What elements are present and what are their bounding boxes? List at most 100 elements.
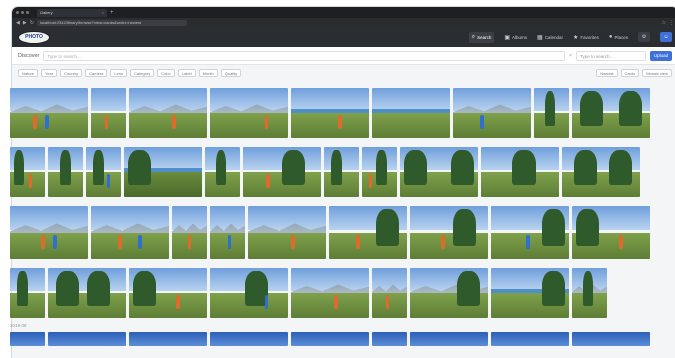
photo-thumbnail[interactable] xyxy=(48,332,126,346)
app-header: PHOTO ⌕ Search ▣ Albums ▦ Calendar ★ Fav… xyxy=(12,27,675,47)
window-controls xyxy=(16,11,29,14)
photo-thumbnail[interactable] xyxy=(48,268,126,318)
photo-thumbnail[interactable] xyxy=(243,147,321,197)
search-row: Discover Type to search… × Type to searc… xyxy=(12,47,675,65)
photo-thumbnail[interactable] xyxy=(124,147,202,197)
close-window-icon[interactable] xyxy=(16,11,19,14)
photo-thumbnail[interactable] xyxy=(86,147,121,197)
photo-thumbnail[interactable] xyxy=(372,332,407,346)
settings-button[interactable]: ⚙ xyxy=(638,32,650,42)
main-nav: ⌕ Search ▣ Albums ▦ Calendar ★ Favorites… xyxy=(468,31,672,43)
nav-albums[interactable]: ▣ Albums xyxy=(504,34,527,41)
bookmark-icon[interactable]: ☆ xyxy=(662,20,666,26)
photo-thumbnail[interactable] xyxy=(10,206,88,259)
photo-thumbnail[interactable] xyxy=(410,332,488,346)
back-icon[interactable]: ◀ xyxy=(16,20,20,26)
nav-calendar-label: Calendar xyxy=(544,34,563,40)
photo-thumbnail[interactable] xyxy=(572,332,650,346)
filter-chip[interactable]: Label xyxy=(177,69,196,77)
photo-thumbnail[interactable] xyxy=(129,88,207,138)
photo-thumbnail[interactable] xyxy=(400,147,478,197)
photo-thumbnail[interactable] xyxy=(362,147,397,197)
app-logo[interactable]: PHOTO xyxy=(18,30,50,44)
photo-thumbnail[interactable] xyxy=(129,268,207,318)
nav-places-label: Places xyxy=(614,34,628,40)
photo-thumbnail[interactable] xyxy=(291,332,369,346)
page-title: Discover xyxy=(18,52,40,59)
url-field[interactable]: localhost:2342/library/browse?view=cards… xyxy=(36,19,187,26)
maximize-window-icon[interactable] xyxy=(26,11,29,14)
photo-thumbnail[interactable] xyxy=(491,332,569,346)
section-date-label: 2019-08 xyxy=(10,323,27,328)
photo-thumbnail[interactable] xyxy=(91,206,169,259)
filter-row: Nature Year Country Camera Lens Category… xyxy=(12,65,675,81)
photo-thumbnail[interactable] xyxy=(372,268,407,318)
photo-thumbnail[interactable] xyxy=(210,268,288,318)
photo-thumbnail[interactable] xyxy=(410,268,488,318)
filter-chip[interactable]: Nature xyxy=(18,69,39,77)
photo-thumbnail[interactable] xyxy=(10,268,45,318)
browser-menu-icon[interactable]: ⋮ xyxy=(669,20,674,26)
photo-thumbnail[interactable] xyxy=(562,147,640,197)
browser-tab-title: Gallery xyxy=(40,10,53,15)
nav-favorites[interactable]: ★ Favorites xyxy=(573,34,599,41)
view-options: Newest Cards Mosaic view xyxy=(596,69,672,77)
filter-chip[interactable]: Category xyxy=(130,69,155,77)
search-input[interactable]: Type to search… xyxy=(43,50,566,61)
photo-thumbnail[interactable] xyxy=(572,268,607,318)
photo-thumbnail[interactable] xyxy=(10,332,45,346)
user-icon: ☺ xyxy=(663,34,669,40)
search-icon: ⌕ xyxy=(471,33,476,40)
photo-thumbnail[interactable] xyxy=(210,332,288,346)
photo-thumbnail[interactable] xyxy=(248,206,326,259)
photo-thumbnail[interactable] xyxy=(481,147,559,197)
photo-thumbnail[interactable] xyxy=(129,332,207,346)
photo-thumbnail[interactable] xyxy=(172,206,207,259)
reload-icon[interactable]: ↻ xyxy=(30,20,34,26)
photo-thumbnail[interactable] xyxy=(210,206,245,259)
new-tab-icon[interactable]: + xyxy=(110,10,114,16)
sort-select[interactable]: Newest xyxy=(596,69,618,77)
pin-icon: ● xyxy=(608,34,613,40)
filter-chip[interactable]: Quality xyxy=(220,69,242,77)
photo-thumbnail[interactable] xyxy=(453,88,531,138)
nav-calendar[interactable]: ▦ Calendar xyxy=(537,34,563,41)
filter-chip[interactable]: Month xyxy=(198,69,218,77)
photo-thumbnail[interactable] xyxy=(372,88,450,138)
browser-tab[interactable]: Gallery × xyxy=(37,8,107,17)
secondary-search-input[interactable]: Type to search… xyxy=(576,50,646,61)
photo-thumbnail[interactable] xyxy=(491,206,569,259)
nav-search[interactable]: ⌕ Search xyxy=(468,31,495,43)
address-bar-row: ◀ ▶ ↻ localhost:2342/library/browse?view… xyxy=(12,18,675,27)
photo-thumbnail[interactable] xyxy=(10,147,45,197)
photo-thumbnail[interactable] xyxy=(91,88,126,138)
photo-thumbnail[interactable] xyxy=(491,268,569,318)
photo-thumbnail[interactable] xyxy=(572,206,650,259)
photo-thumbnail[interactable] xyxy=(48,147,83,197)
filter-chip[interactable]: Country xyxy=(60,69,83,77)
photo-thumbnail[interactable] xyxy=(329,206,407,259)
photo-thumbnail[interactable] xyxy=(572,88,650,138)
photo-thumbnail[interactable] xyxy=(210,88,288,138)
mosaic-toggle[interactable]: Mosaic view xyxy=(642,69,672,77)
account-button[interactable]: ☺ xyxy=(660,32,672,42)
photo-thumbnail[interactable] xyxy=(534,88,569,138)
filter-chip[interactable]: Year xyxy=(41,69,58,77)
browser-tab-bar: Gallery × + xyxy=(12,7,675,18)
photo-thumbnail[interactable] xyxy=(205,147,240,197)
filter-chip[interactable]: Lens xyxy=(110,69,128,77)
nav-places[interactable]: ● Places xyxy=(609,34,628,40)
filter-chip[interactable]: Camera xyxy=(85,69,108,77)
photo-thumbnail[interactable] xyxy=(291,88,369,138)
view-select[interactable]: Cards xyxy=(620,69,640,77)
photo-thumbnail[interactable] xyxy=(10,88,88,138)
forward-icon[interactable]: ▶ xyxy=(23,20,27,26)
photo-thumbnail[interactable] xyxy=(291,268,369,318)
clear-search-icon[interactable]: × xyxy=(569,53,572,59)
photo-thumbnail[interactable] xyxy=(410,206,488,259)
tab-close-icon[interactable]: × xyxy=(102,10,104,15)
minimize-window-icon[interactable] xyxy=(21,11,24,14)
upload-button[interactable]: Upload xyxy=(650,50,672,61)
photo-thumbnail[interactable] xyxy=(324,147,359,197)
filter-chip[interactable]: Color xyxy=(157,69,175,77)
